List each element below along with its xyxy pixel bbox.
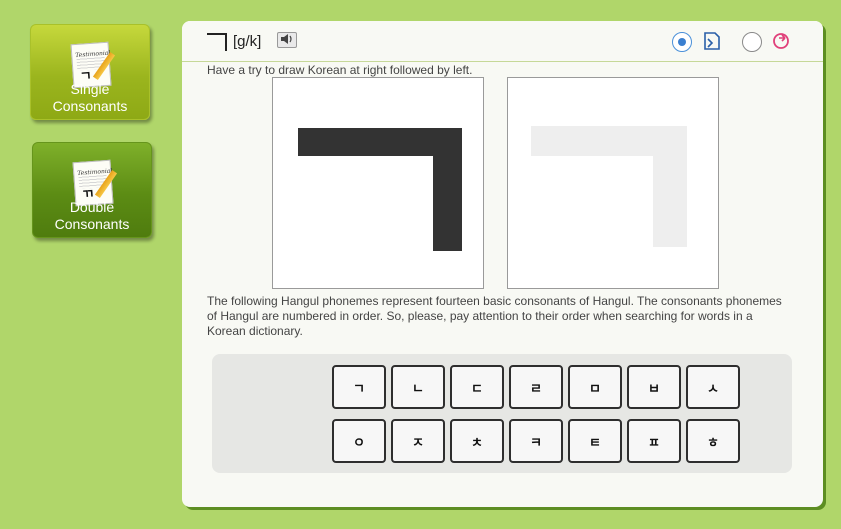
key-rieul[interactable]: ㄹ [509,365,563,409]
key-nieun[interactable]: ㄴ [391,365,445,409]
key-hieut[interactable]: ㅎ [686,419,740,463]
consonant-keypad: ㄱ ㄴ ㄷ ㄹ ㅁ ㅂ ㅅ ㅇ ㅈ ㅊ ㅋ ㅌ ㅍ ㅎ [212,354,792,473]
key-siot[interactable]: ㅅ [686,365,740,409]
key-giyeok[interactable]: ㄱ [332,365,386,409]
key-digeut[interactable]: ㄷ [450,365,504,409]
main-panel: [g/k] Have a try to draw Korean at right… [182,21,823,507]
free-draw-mode-icon[interactable] [771,31,791,51]
sound-label: [g/k] [233,33,262,50]
speaker-icon[interactable] [277,32,297,48]
model-letter-box [272,77,484,289]
key-bieup[interactable]: ㅂ [627,365,681,409]
key-tieut[interactable]: ㅌ [568,419,622,463]
key-mieum[interactable]: ㅁ [568,365,622,409]
key-ieung[interactable]: ㅇ [332,419,386,463]
model-stroke-vertical [433,128,462,251]
single-consonants-button[interactable]: Testimonial ㄱ Single Consonants [30,24,150,120]
trace-mode-icon[interactable] [702,31,722,51]
trace-mode-radio[interactable] [672,32,692,52]
key-jieut[interactable]: ㅈ [391,419,445,463]
drawing-canvas[interactable] [507,77,719,289]
panel-header: [g/k] [182,21,823,62]
key-chieut[interactable]: ㅊ [450,419,504,463]
single-consonants-label: Single Consonants [52,81,128,114]
current-letter-glyph [207,33,227,51]
guide-stroke-vertical [653,126,687,247]
key-kieuk[interactable]: ㅋ [509,419,563,463]
key-pieup[interactable]: ㅍ [627,419,681,463]
double-consonants-label: Double Consonants [54,199,130,232]
description-text: The following Hangul phonemes represent … [207,294,782,338]
free-draw-mode-radio[interactable] [742,32,762,52]
instruction-text: Have a try to draw Korean at right follo… [207,63,473,77]
double-consonants-button[interactable]: Testimonial ㄲ Double Consonants [32,142,152,238]
